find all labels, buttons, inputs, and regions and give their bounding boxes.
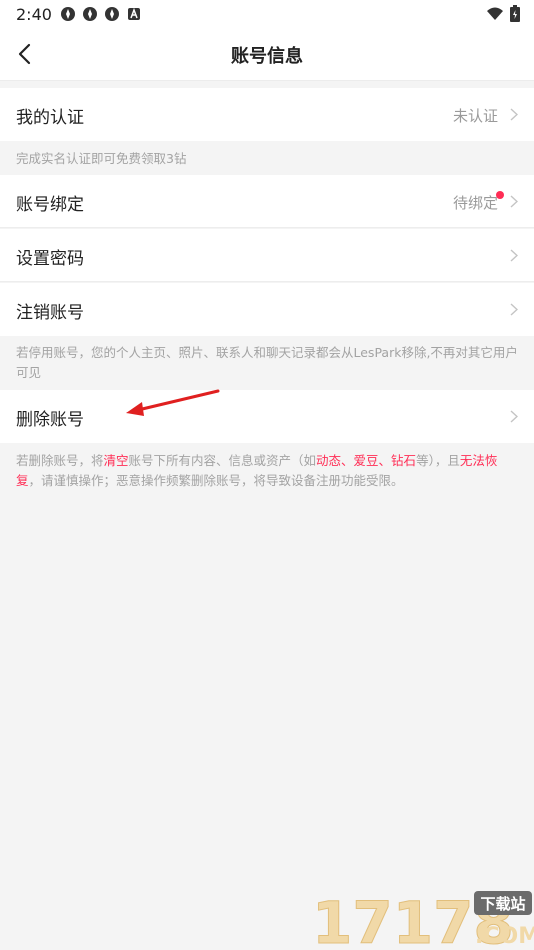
app-notification-icon <box>83 7 97 21</box>
note-text: 若删除账号，将 <box>16 453 104 468</box>
nav-bar: 账号信息 <box>0 28 534 81</box>
chevron-right-icon <box>510 195 518 208</box>
watermark-badge: 下载站 <box>480 895 525 913</box>
note-text: ，请谨慎操作；恶意操作频繁删除账号，将导致设备注册功能受限。 <box>28 473 404 488</box>
app-notification-icon <box>105 7 119 21</box>
certification-note: 完成实名认证即可免费领取3钻 <box>16 151 187 166</box>
unread-badge <box>496 191 504 199</box>
certification-status: 未认证 <box>452 107 498 125</box>
battery-icon <box>510 5 520 22</box>
cancel-account-label: 注销账号 <box>16 303 84 323</box>
notification-icons <box>60 6 142 22</box>
chevron-right-icon <box>510 249 518 262</box>
wifi-icon <box>487 7 503 20</box>
system-icons <box>486 5 520 22</box>
certification-label: 我的认证 <box>16 108 84 128</box>
cancel-account-row[interactable]: 注销账号 <box>0 283 534 336</box>
account-binding-row[interactable]: 账号绑定 待绑定 <box>0 175 534 228</box>
cancel-account-note: 若停用账号，您的个人主页、照片、联系人和聊天记录都会从LesPark移除,不再对… <box>16 345 518 380</box>
divider <box>0 227 534 228</box>
account-binding-status: 待绑定 <box>452 194 498 212</box>
set-password-row[interactable]: 设置密码 <box>0 229 534 282</box>
chevron-right-icon <box>510 108 518 121</box>
font-notification-icon <box>128 7 140 20</box>
chevron-right-icon <box>510 410 518 423</box>
delete-account-note: 若删除账号，将清空账号下所有内容、信息或资产（如动态、爱豆、钻石等），且无法恢复… <box>16 451 520 491</box>
watermark-logo: 17178 下载站 .COM <box>312 889 534 950</box>
certification-row[interactable]: 我的认证 未认证 <box>0 88 534 141</box>
annotation-arrow-icon <box>126 389 220 416</box>
note-highlight: 动态、爱豆、钻石 <box>316 453 417 468</box>
page-title: 账号信息 <box>231 46 303 67</box>
watermark-domain: .COM <box>475 924 534 949</box>
divider <box>0 281 534 282</box>
app-notification-icon <box>61 7 75 21</box>
status-bar: 2:40 <box>0 0 534 28</box>
chevron-right-icon <box>510 303 518 316</box>
note-text: 账号下所有内容、信息或资产（如 <box>128 453 317 468</box>
delete-account-row[interactable]: 删除账号 <box>0 390 534 443</box>
note-text: 等），且 <box>416 453 460 468</box>
status-time: 2:40 <box>16 5 52 24</box>
set-password-label: 设置密码 <box>16 249 84 269</box>
delete-account-label: 删除账号 <box>16 410 84 430</box>
account-binding-label: 账号绑定 <box>16 195 84 215</box>
note-highlight: 清空 <box>103 453 129 468</box>
